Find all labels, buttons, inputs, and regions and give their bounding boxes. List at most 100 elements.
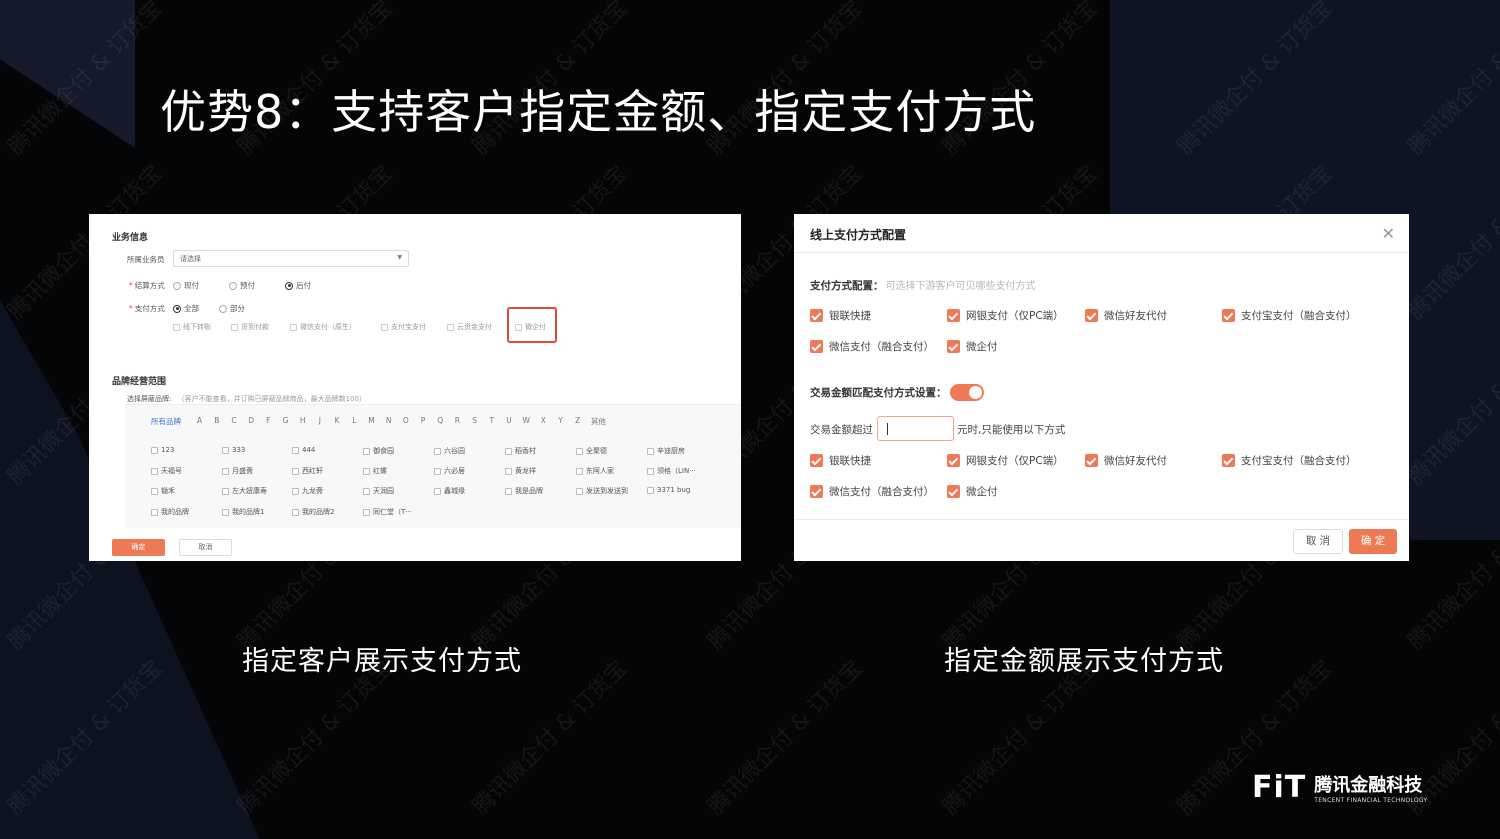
brand-checkbox[interactable]: 六谷园 (434, 446, 465, 456)
brand-checkbox[interactable]: 我是品牌 (505, 486, 543, 496)
brand-checkbox[interactable]: 东阿人家 (576, 466, 614, 476)
settlement-radio-cash[interactable]: 现付 (173, 280, 199, 291)
amount-match-toggle[interactable] (950, 384, 984, 401)
brand-checkbox[interactable]: 御食园 (363, 446, 394, 456)
weiqifu-highlight-box (507, 307, 557, 343)
brand-checkbox[interactable]: 444 (292, 446, 315, 454)
brand-checkbox[interactable]: 九龙斋 (292, 486, 323, 496)
alphabet-filter-letter[interactable]: T (483, 416, 500, 427)
brand-checkbox[interactable]: 天润园 (363, 486, 394, 496)
method-checkbox[interactable]: 银联快捷 (810, 308, 871, 323)
brand-checkbox[interactable]: 鑫城缘 (434, 486, 465, 496)
alphabet-filter-letter[interactable]: P (414, 416, 431, 427)
brand-checkbox[interactable]: 333 (222, 446, 245, 454)
salesperson-select[interactable]: 请选择 ▼ (173, 250, 409, 267)
chevron-down-icon: ▼ (397, 254, 402, 261)
brand-label: 444 (302, 446, 316, 454)
settlement-radio-prepay[interactable]: 预付 (229, 280, 255, 291)
method-checkbox[interactable]: 网银支付（仅PC端） (947, 308, 1064, 323)
alphabet-filter-letter[interactable]: X (535, 416, 552, 427)
amount-method-checkbox[interactable]: 微企付 (947, 484, 998, 499)
checkbox-box (151, 446, 158, 454)
alphabet-filter-all[interactable]: 所有品牌 (151, 416, 191, 427)
brand-checkbox[interactable]: 我的品牌2 (292, 507, 334, 517)
alphabet-filter-letter[interactable]: Y (552, 416, 569, 427)
alphabet-filter-letter[interactable]: S (466, 416, 483, 427)
brand-checkbox[interactable]: 红螺 (363, 466, 387, 476)
brand-checkbox[interactable]: 3371 bug (647, 486, 690, 494)
amount-input[interactable] (877, 416, 954, 441)
brand-checkbox[interactable]: 月盛斋 (222, 466, 253, 476)
payment-method-checkbox[interactable]: 货到付款 (231, 322, 269, 332)
alphabet-filter-letter[interactable]: O (397, 416, 414, 427)
payment-scope-radio-all[interactable]: 全部 (173, 303, 199, 314)
alphabet-filter-letter[interactable]: A (191, 416, 208, 427)
method-checkbox[interactable]: 支付宝支付（融合支付） (1222, 308, 1357, 323)
payment-method-checkbox[interactable]: 线下转账 (173, 322, 211, 332)
brand-checkbox[interactable]: 同仁堂（T··· (363, 507, 412, 517)
radio-circle-selected (173, 304, 181, 313)
brand-checkbox[interactable]: 黄龙祥 (505, 466, 536, 476)
payment-method-checkbox[interactable]: 云资金支付 (447, 322, 492, 332)
checkbox-box (290, 323, 297, 331)
method-checkbox[interactable]: 微信支付（融合支付） (810, 339, 934, 354)
alphabet-filter-letter[interactable]: R (449, 416, 466, 427)
close-icon[interactable]: ✕ (1382, 224, 1395, 243)
confirm-button[interactable]: 确定 (112, 539, 165, 556)
alphabet-filter-letter[interactable]: Q (432, 416, 449, 427)
payment-method-checkbox[interactable]: 微信支付（原生） (290, 322, 356, 332)
alphabet-filter-letter[interactable]: W (518, 416, 535, 427)
dialog-cancel-button[interactable]: 取 消 (1293, 529, 1343, 554)
brand-checkbox[interactable]: 六必居 (434, 466, 465, 476)
amount-method-checkbox[interactable]: 微信好友代付 (1085, 453, 1167, 468)
brand-checkbox[interactable]: 全聚德 (576, 446, 607, 456)
alphabet-filter-letter[interactable]: M (363, 416, 380, 427)
dialog-confirm-button[interactable]: 确 定 (1349, 529, 1397, 554)
alphabet-filter-letter[interactable]: 其他 (586, 416, 610, 427)
amount-method-checkbox[interactable]: 微信支付（融合支付） (810, 484, 934, 499)
cancel-button[interactable]: 取消 (179, 539, 232, 556)
logo-name-en: TENCENT FINANCIAL TECHNOLOGY (1314, 797, 1428, 804)
alphabet-filter-letter[interactable]: B (208, 416, 225, 427)
alphabet-filter-letter[interactable]: U (500, 416, 517, 427)
brand-checkbox[interactable]: 辛迪厨房 (647, 446, 685, 456)
amount-method-checkbox[interactable]: 网银支付（仅PC端） (947, 453, 1064, 468)
brand-checkbox[interactable]: 左大妞康寿 (222, 486, 267, 496)
divider (794, 519, 1409, 520)
logo-mark: FiT (1252, 770, 1307, 805)
method-checkbox[interactable]: 微信好友代付 (1085, 308, 1167, 323)
payment-scope-radio-partial[interactable]: 部分 (219, 303, 245, 314)
checkbox-box (173, 323, 180, 331)
brand-checkbox[interactable]: 发送到发送到 (576, 486, 628, 496)
brand-label: 全聚德 (586, 447, 607, 455)
method-label: 支付宝支付（融合支付） (1241, 455, 1357, 467)
checkbox-box (151, 508, 158, 516)
caption-right: 指定金额展示支付方式 (944, 646, 1224, 677)
brand-checkbox[interactable]: 领格（LIN··· (647, 466, 696, 476)
alphabet-filter-letter[interactable]: C (225, 416, 242, 427)
amount-method-checkbox[interactable]: 支付宝支付（融合支付） (1222, 453, 1357, 468)
brand-checkbox[interactable]: 锄禾 (151, 486, 175, 496)
brand-checkbox[interactable]: 稻香村 (505, 446, 536, 456)
alphabet-filter-letter[interactable]: G (277, 416, 294, 427)
settlement-option-label: 现付 (184, 281, 199, 290)
alphabet-filter-letter[interactable]: L (346, 416, 363, 427)
alphabet-filter-letter[interactable]: Z (569, 416, 586, 427)
payment-method-checkbox[interactable]: 支付宝支付 (381, 322, 426, 332)
settlement-radio-postpay[interactable]: 后付 (285, 280, 311, 291)
payment-method-label: 货到付款 (241, 323, 269, 331)
alphabet-filter-letter[interactable]: N (380, 416, 397, 427)
brand-checkbox[interactable]: 123 (151, 446, 174, 454)
amount-method-checkbox[interactable]: 银联快捷 (810, 453, 871, 468)
alphabet-filter-letter[interactable]: D (243, 416, 260, 427)
checkbox-checked-icon (810, 454, 823, 467)
brand-checkbox[interactable]: 天福号 (151, 466, 182, 476)
alphabet-filter-letter[interactable]: H (294, 416, 311, 427)
alphabet-filter-letter[interactable]: F (260, 416, 277, 427)
brand-checkbox[interactable]: 西红轩 (292, 466, 323, 476)
alphabet-filter-letter[interactable]: K (329, 416, 346, 427)
brand-checkbox[interactable]: 我的品牌1 (222, 507, 264, 517)
brand-checkbox[interactable]: 我的品牌 (151, 507, 189, 517)
alphabet-filter-letter[interactable]: J (311, 416, 328, 427)
method-checkbox[interactable]: 微企付 (947, 339, 998, 354)
